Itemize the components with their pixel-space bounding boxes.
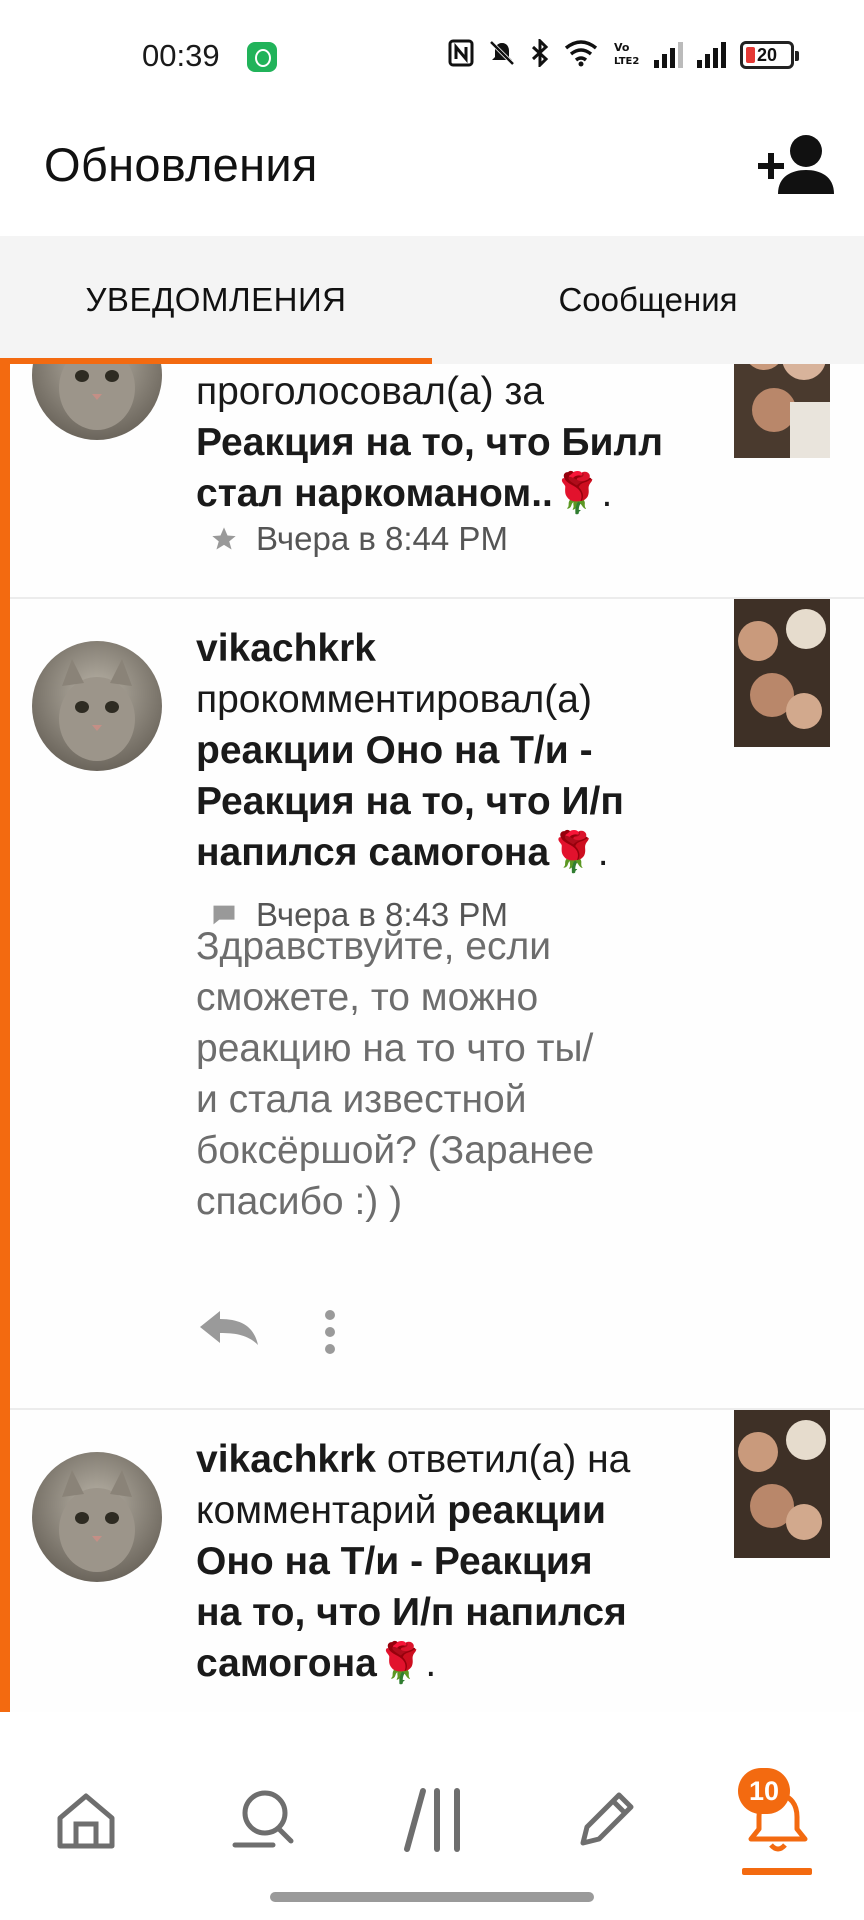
reply-icon xyxy=(200,1311,258,1345)
status-bar: 00:39 Vo LTE2 20 xyxy=(0,0,864,110)
story-title[interactable]: Реакция на то, что Билл стал наркоманом..… xyxy=(196,421,663,515)
unread-accent-bar xyxy=(0,364,10,1712)
story-cover-thumbnail[interactable] xyxy=(734,364,830,458)
story-cover-thumbnail[interactable] xyxy=(734,1410,830,1558)
svg-text:Vo: Vo xyxy=(614,41,630,54)
notification-action: прокомментировал(а) xyxy=(196,678,592,721)
notification-meta: Вчера в 8:44 PM xyxy=(210,517,508,561)
comment-text: Здравствуйте, если сможете, то можно реа… xyxy=(196,925,595,1223)
timestamp: Вчера в 8:44 PM xyxy=(256,520,508,557)
nav-library-button[interactable] xyxy=(384,1770,484,1870)
nav-write-button[interactable] xyxy=(556,1770,656,1870)
signal-icon xyxy=(697,42,726,68)
notification-text: vikachkrk ответил(а) на комментарий реак… xyxy=(196,1438,631,1685)
write-icon xyxy=(580,1792,634,1846)
more-vertical-icon xyxy=(325,1310,335,1354)
notifications-feed[interactable]: проголосовал(а) за Реакция на то, что Би… xyxy=(0,364,864,1712)
reply-button[interactable] xyxy=(206,599,276,649)
battery-level: 20 xyxy=(756,44,778,65)
notification-count-badge: 10 xyxy=(738,1768,790,1814)
rose-emoji: 🌹 xyxy=(552,472,602,515)
svg-text:LTE2: LTE2 xyxy=(614,56,639,67)
notification-item[interactable]: vikachkrk прокомментировал(а) реакции Он… xyxy=(10,599,864,1223)
status-time: 00:39 xyxy=(142,38,220,73)
avatar[interactable] xyxy=(32,641,162,771)
page-title: Обновления xyxy=(44,138,318,191)
star-icon xyxy=(212,527,236,550)
nav-search-button[interactable] xyxy=(214,1770,314,1870)
tab-messages[interactable]: Сообщения xyxy=(432,236,864,364)
rose-emoji: 🌹 xyxy=(549,831,598,874)
wifi-icon xyxy=(564,39,598,71)
app-header: Обновления xyxy=(0,110,864,236)
system-home-indicator[interactable] xyxy=(270,1892,594,1902)
active-nav-indicator xyxy=(742,1868,812,1875)
notification-text: проголосовал(а) за Реакция на то, что Би… xyxy=(196,370,664,515)
app-notification-icon xyxy=(247,42,277,72)
bluetooth-icon xyxy=(530,37,550,71)
avatar[interactable] xyxy=(32,1452,162,1582)
story-cover-thumbnail[interactable] xyxy=(734,599,830,747)
signal-icon xyxy=(654,42,683,68)
nav-home-button[interactable] xyxy=(36,1770,136,1870)
notification-item[interactable]: vikachkrk ответил(а) на комментарий реак… xyxy=(10,1410,864,1712)
username[interactable]: vikachkrk xyxy=(196,1438,376,1481)
reply-button[interactable] xyxy=(196,1307,266,1357)
library-icon xyxy=(404,1788,460,1852)
tab-notifications[interactable]: УВЕДОМЛЕНИЯ xyxy=(0,236,432,364)
search-icon xyxy=(232,1790,294,1848)
tabs: УВЕДОМЛЕНИЯ Сообщения xyxy=(0,236,864,366)
home-icon xyxy=(57,1793,115,1849)
status-icons: Vo LTE2 20 xyxy=(448,37,799,72)
add-user-button[interactable] xyxy=(756,130,836,200)
mute-icon xyxy=(488,39,516,71)
notification-text: vikachkrk прокомментировал(а) реакции Он… xyxy=(196,627,624,874)
bottom-navigation: 10 xyxy=(0,1712,864,1920)
notification-item[interactable]: проголосовал(а) за Реакция на то, что Би… xyxy=(10,364,864,562)
rose-emoji: 🌹 xyxy=(376,1642,426,1685)
more-options-button[interactable] xyxy=(318,1307,342,1357)
notification-action: проголосовал(а) за xyxy=(196,370,545,413)
avatar[interactable] xyxy=(32,364,162,440)
volte-icon: Vo LTE2 xyxy=(612,39,640,71)
add-user-icon xyxy=(758,135,834,194)
nfc-icon xyxy=(448,39,474,71)
battery-icon: 20 xyxy=(740,41,799,69)
story-title[interactable]: реакции Оно на Т/и - Реакция на то, что И… xyxy=(196,729,624,874)
